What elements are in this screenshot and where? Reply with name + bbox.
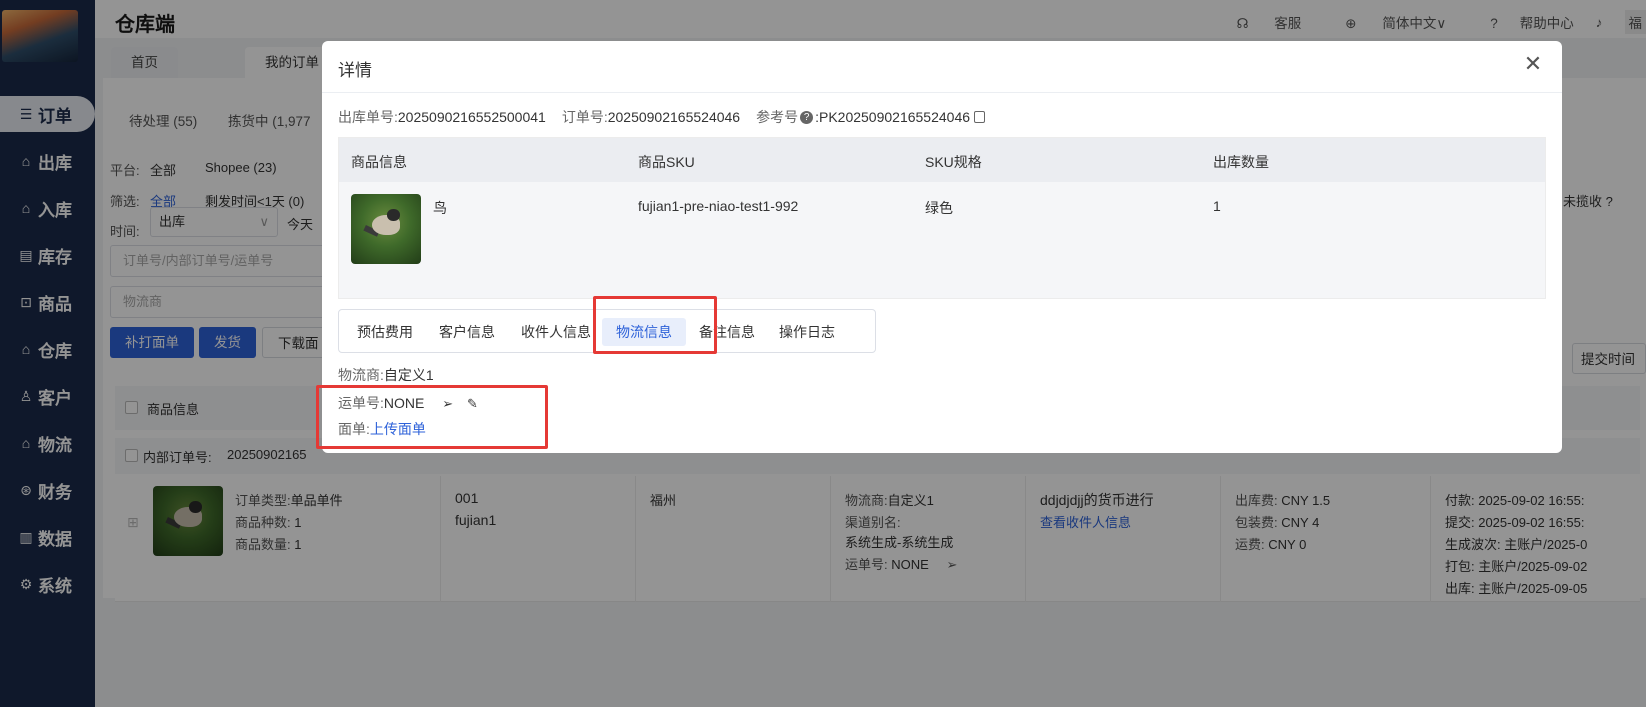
detail-modal: 详情 ✕ 出库单号: 2025090216552500041 订单号: 2025… [316, 41, 1562, 453]
highlight-box-tab [593, 296, 717, 354]
tab-estimated-fees[interactable]: 预估费用 [343, 318, 427, 346]
close-icon[interactable]: ✕ [1522, 53, 1544, 75]
ref-no-label: 参考号 [756, 109, 799, 125]
order-no: 20250902165524046 [607, 109, 741, 125]
logistics-carrier: 物流商:自定义1 [338, 367, 434, 383]
tab-customer-info[interactable]: 客户信息 [425, 318, 509, 346]
tab-recipient-info[interactable]: 收件人信息 [507, 318, 605, 346]
copy-icon[interactable] [974, 111, 986, 123]
tab-operation-log[interactable]: 操作日志 [765, 318, 849, 346]
product-image [351, 194, 421, 264]
outbound-no: 2025090216552500041 [397, 109, 546, 125]
highlight-box-tracking [316, 385, 548, 449]
product-sku: fujian1-pre-niao-test1-992 [638, 198, 799, 214]
modal-title: 详情 [338, 61, 372, 80]
modal-header: 详情 ✕ [322, 41, 1562, 93]
product-table: 商品信息 商品SKU SKU规格 出库数量 鸟 fujian1-pre-niao… [338, 137, 1546, 299]
th-sku-spec: SKU规格 [925, 154, 982, 170]
th-product-info: 商品信息 [351, 154, 407, 170]
product-table-header: 商品信息 商品SKU SKU规格 出库数量 [339, 138, 1545, 182]
product-name: 鸟 [433, 200, 447, 216]
sku-spec: 绿色 [925, 200, 953, 216]
order-no-label: 订单号: [561, 109, 608, 125]
question-icon[interactable]: ? [800, 110, 814, 124]
th-product-sku: 商品SKU [638, 154, 695, 170]
ref-no: PK20250902165524046 [818, 109, 971, 125]
outbound-qty: 1 [1213, 198, 1221, 214]
th-outbound-qty: 出库数量 [1213, 154, 1269, 170]
outbound-no-label: 出库单号: [338, 109, 398, 125]
modal-meta: 出库单号: 2025090216552500041 订单号: 202509021… [338, 107, 986, 127]
